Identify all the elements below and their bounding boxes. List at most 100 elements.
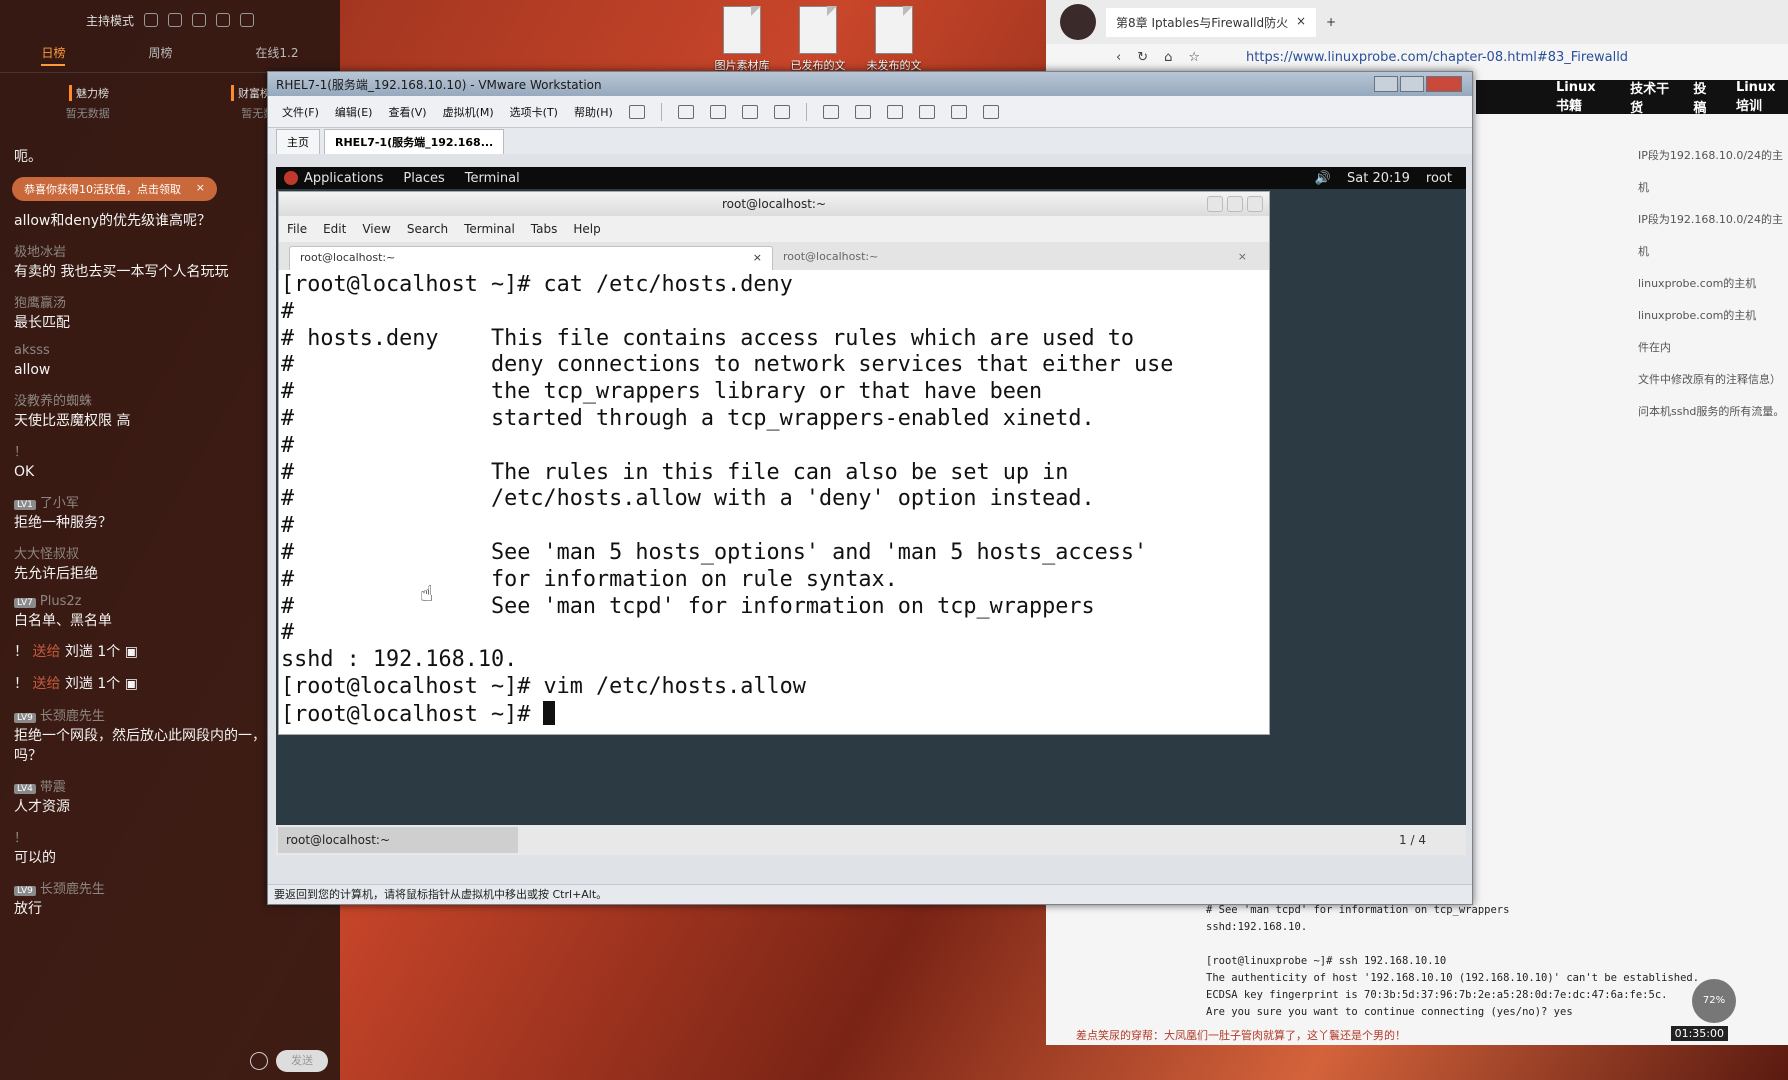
level-badge: LV9 (14, 713, 36, 723)
tab-daily[interactable]: 日榜 (41, 44, 66, 66)
terminal-line: sshd : 192.168.10. (281, 647, 518, 673)
avatar[interactable] (1060, 4, 1096, 40)
minimize-button[interactable] (1207, 196, 1223, 212)
minimize-button[interactable] (1374, 76, 1398, 92)
terminal-tab[interactable]: root@localhost:~ × (289, 246, 773, 270)
revert-snapshot-icon[interactable] (741, 104, 758, 119)
applications-menu[interactable]: Applications (284, 171, 383, 186)
browser-footer-news[interactable]: 差点笑尿的穿帮：大凤凰们一肚子管肉就算了，这丫鬟还是个男的！ (1076, 1027, 1406, 1043)
chat-input-area: 发送 (250, 1050, 328, 1072)
close-icon[interactable]: × (1238, 250, 1247, 266)
folder-icon (723, 6, 761, 54)
send-button[interactable]: 发送 (276, 1050, 328, 1072)
username-text: 长颈鹿先生 (39, 882, 105, 897)
snapshot-icon[interactable] (709, 104, 726, 119)
gift-prefix: ！ (14, 644, 28, 660)
gnome-bottom-bar: root@localhost:~ 1 / 4 (276, 825, 1466, 855)
network-icon[interactable] (677, 104, 694, 119)
vmware-titlebar[interactable]: RHEL7-1(服务端_192.168.10.10) - VMware Work… (268, 72, 1472, 96)
library-view-icon[interactable] (822, 104, 839, 119)
thumbnail-view-icon[interactable] (854, 104, 871, 119)
minimize-icon[interactable] (192, 13, 206, 27)
terminal-line: # See 'man 5 hosts_options' and 'man 5 h… (281, 539, 1148, 565)
terminal-window-controls (1207, 196, 1263, 212)
side-text: IP段为192.168.10.0/24的主机 (1638, 149, 1784, 194)
settings-icon[interactable] (144, 13, 158, 27)
folder-icon (799, 6, 837, 54)
tab-home[interactable]: 主页 (276, 129, 320, 154)
browser-tabbar: 第8章 Iptables与Firewalld防火 × + (1046, 0, 1788, 44)
side-text: linuxprobe.com的主机 (1638, 277, 1757, 290)
maximize-button[interactable] (1227, 196, 1243, 212)
terminal-line: # (281, 513, 295, 539)
tab-vm[interactable]: RHEL7-1(服务端_192.168... (324, 129, 505, 154)
volume-icon[interactable]: 🔊 (1315, 171, 1331, 186)
browser-navbar: ‹ ↻ ⌂ ☆ https://www.linuxprobe.com/chapt… (1046, 44, 1788, 70)
close-icon[interactable]: × (196, 181, 205, 197)
places-menu[interactable]: Places (403, 171, 444, 186)
username-text: 了小军 (39, 496, 79, 511)
reload-icon[interactable]: ↻ (1137, 50, 1148, 65)
menu-help[interactable]: Help (573, 222, 600, 236)
emoji-icon[interactable] (250, 1052, 268, 1070)
charm-rank-tag[interactable]: 魅力榜 (69, 85, 109, 101)
home-icon[interactable]: ⌂ (1164, 50, 1172, 65)
console-icon[interactable] (950, 104, 967, 119)
guest-screen[interactable]: Applications Places Terminal 🔊 Sat 20:19… (276, 167, 1466, 855)
menu-help[interactable]: 帮助(H) (574, 104, 613, 120)
tab-weekly[interactable]: 周榜 (148, 44, 172, 66)
menu-edit[interactable]: 编辑(E) (335, 104, 373, 120)
close-icon[interactable]: × (753, 251, 762, 266)
workspace-indicator[interactable]: 1 / 4 (1399, 833, 1466, 847)
menu-file[interactable]: File (287, 222, 307, 236)
refresh-icon[interactable] (168, 13, 182, 27)
site-navbar: Linux书籍 技术干货 投稿 Linux培训 (1476, 78, 1788, 116)
terminal-line: # The rules in this file can also be set… (281, 459, 1069, 485)
user-menu[interactable]: root (1426, 171, 1452, 186)
terminal-output[interactable]: [root@localhost ~]# cat /etc/hosts.deny #… (279, 270, 1269, 731)
maximize-button[interactable] (1400, 76, 1424, 92)
clock[interactable]: Sat 20:19 (1347, 171, 1410, 186)
terminal-line: # (281, 298, 295, 324)
site-nav-item[interactable]: Linux书籍 (1556, 80, 1608, 114)
chat-topbar: 主持模式 (0, 0, 340, 40)
menu-terminal[interactable]: Terminal (464, 222, 515, 236)
maximize-icon[interactable] (216, 13, 230, 27)
stretch-icon[interactable] (982, 104, 999, 119)
fullscreen-icon[interactable] (886, 104, 903, 119)
browser-tab[interactable]: 第8章 Iptables与Firewalld防火 × (1106, 7, 1316, 37)
terminal-line: # (281, 620, 295, 646)
menu-tabs[interactable]: 选项卡(T) (510, 104, 558, 120)
wealth-rank-tag[interactable]: 财富榜 (231, 85, 271, 101)
menu-view[interactable]: 查看(V) (388, 104, 426, 120)
menu-file[interactable]: 文件(F) (282, 104, 319, 120)
pause-icon[interactable] (628, 104, 645, 119)
terminal-menubar: File Edit View Search Terminal Tabs Help (279, 216, 1269, 242)
unity-icon[interactable] (918, 104, 935, 119)
close-button[interactable] (1426, 76, 1462, 92)
level-badge: LV1 (14, 500, 36, 510)
address-bar[interactable]: https://www.linuxprobe.com/chapter-08.ht… (1246, 50, 1628, 65)
back-icon[interactable]: ‹ (1116, 50, 1121, 65)
menu-tabs[interactable]: Tabs (531, 222, 558, 236)
menu-vm[interactable]: 虚拟机(M) (443, 104, 494, 120)
terminal-window: root@localhost:~ File Edit View Search T… (278, 191, 1270, 735)
site-nav-item[interactable]: 技术干货 (1630, 78, 1671, 116)
terminal-tab[interactable]: root@localhost:~ × (773, 246, 1257, 270)
site-nav-item[interactable]: 投稿 (1693, 78, 1714, 116)
terminal-app-menu[interactable]: Terminal (465, 171, 520, 186)
close-button[interactable] (1247, 196, 1263, 212)
taskbar-item-terminal[interactable]: root@localhost:~ (278, 827, 518, 853)
star-icon[interactable]: ☆ (1188, 50, 1200, 65)
site-nav-item[interactable]: Linux培训 (1736, 80, 1788, 114)
menu-search[interactable]: Search (407, 222, 448, 236)
close-icon[interactable] (240, 13, 254, 27)
notice-pill[interactable]: 恭喜你获得10活跃值，点击领取 × (12, 177, 217, 201)
tab-online[interactable]: 在线1.2 (255, 44, 298, 66)
snapshot-manager-icon[interactable] (773, 104, 790, 119)
menu-view[interactable]: View (362, 222, 390, 236)
terminal-titlebar[interactable]: root@localhost:~ (279, 192, 1269, 216)
close-icon[interactable]: × (1296, 14, 1306, 31)
new-tab-button[interactable]: + (1326, 15, 1336, 29)
menu-edit[interactable]: Edit (323, 222, 346, 236)
